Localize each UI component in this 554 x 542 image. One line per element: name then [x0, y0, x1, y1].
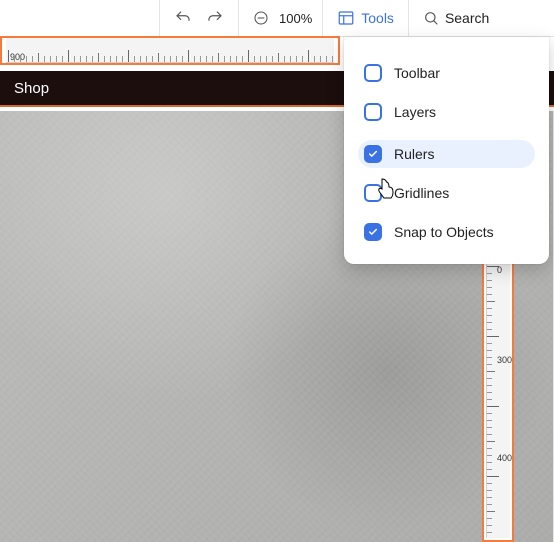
panel-icon: [337, 9, 355, 27]
tools-item-label: Layers: [394, 104, 436, 120]
vertical-ruler: 0 300 400: [486, 262, 510, 538]
tools-item-label: Snap to Objects: [394, 224, 494, 240]
tools-item-snap-to-objects[interactable]: Snap to Objects: [358, 218, 535, 246]
zoom-group: 100%: [239, 0, 323, 36]
checkbox-icon: [364, 145, 382, 163]
checkbox-icon: [364, 103, 382, 121]
horizontal-ruler-highlight: 900: [0, 36, 340, 65]
search-button[interactable]: Search: [419, 0, 493, 37]
redo-button[interactable]: [202, 0, 228, 37]
zoom-out-icon: [253, 10, 269, 26]
vertical-ruler-highlight: 0 300 400: [482, 258, 514, 542]
undo-button[interactable]: [170, 0, 196, 37]
h-ruler-label: 900: [10, 52, 25, 62]
redo-icon: [206, 9, 224, 27]
search-icon: [423, 10, 439, 26]
tools-item-rulers[interactable]: Rulers: [358, 140, 535, 168]
tools-dropdown: Toolbar Layers Rulers Gridlines Snap to Obj…: [344, 37, 549, 264]
zoom-level[interactable]: 100%: [279, 11, 312, 26]
v-ruler-label: 0: [497, 265, 502, 275]
undo-icon: [174, 9, 192, 27]
horizontal-ruler: 900: [6, 38, 334, 63]
tools-item-gridlines[interactable]: Gridlines: [358, 179, 535, 207]
tools-item-layers[interactable]: Layers: [358, 98, 535, 126]
checkbox-icon: [364, 64, 382, 82]
shop-nav-link[interactable]: Shop: [14, 80, 49, 97]
history-group: [160, 0, 239, 36]
tools-item-label: Rulers: [394, 146, 434, 162]
tools-item-label: Toolbar: [394, 65, 440, 81]
checkbox-icon: [364, 223, 382, 241]
search-button-label: Search: [445, 10, 489, 26]
search-group: Search: [409, 0, 503, 36]
top-toolbar: 100% Tools Search: [0, 0, 554, 37]
tools-item-label: Gridlines: [394, 185, 449, 201]
checkbox-icon: [364, 184, 382, 202]
zoom-out-button[interactable]: [249, 0, 273, 37]
v-ruler-label: 300: [497, 355, 512, 365]
tools-group: Tools: [323, 0, 409, 36]
tools-button[interactable]: Tools: [333, 0, 398, 37]
v-ruler-label: 400: [497, 453, 512, 463]
tools-button-label: Tools: [361, 10, 394, 26]
tools-item-toolbar[interactable]: Toolbar: [358, 59, 535, 87]
toolbar-left-spacer: [0, 0, 160, 36]
